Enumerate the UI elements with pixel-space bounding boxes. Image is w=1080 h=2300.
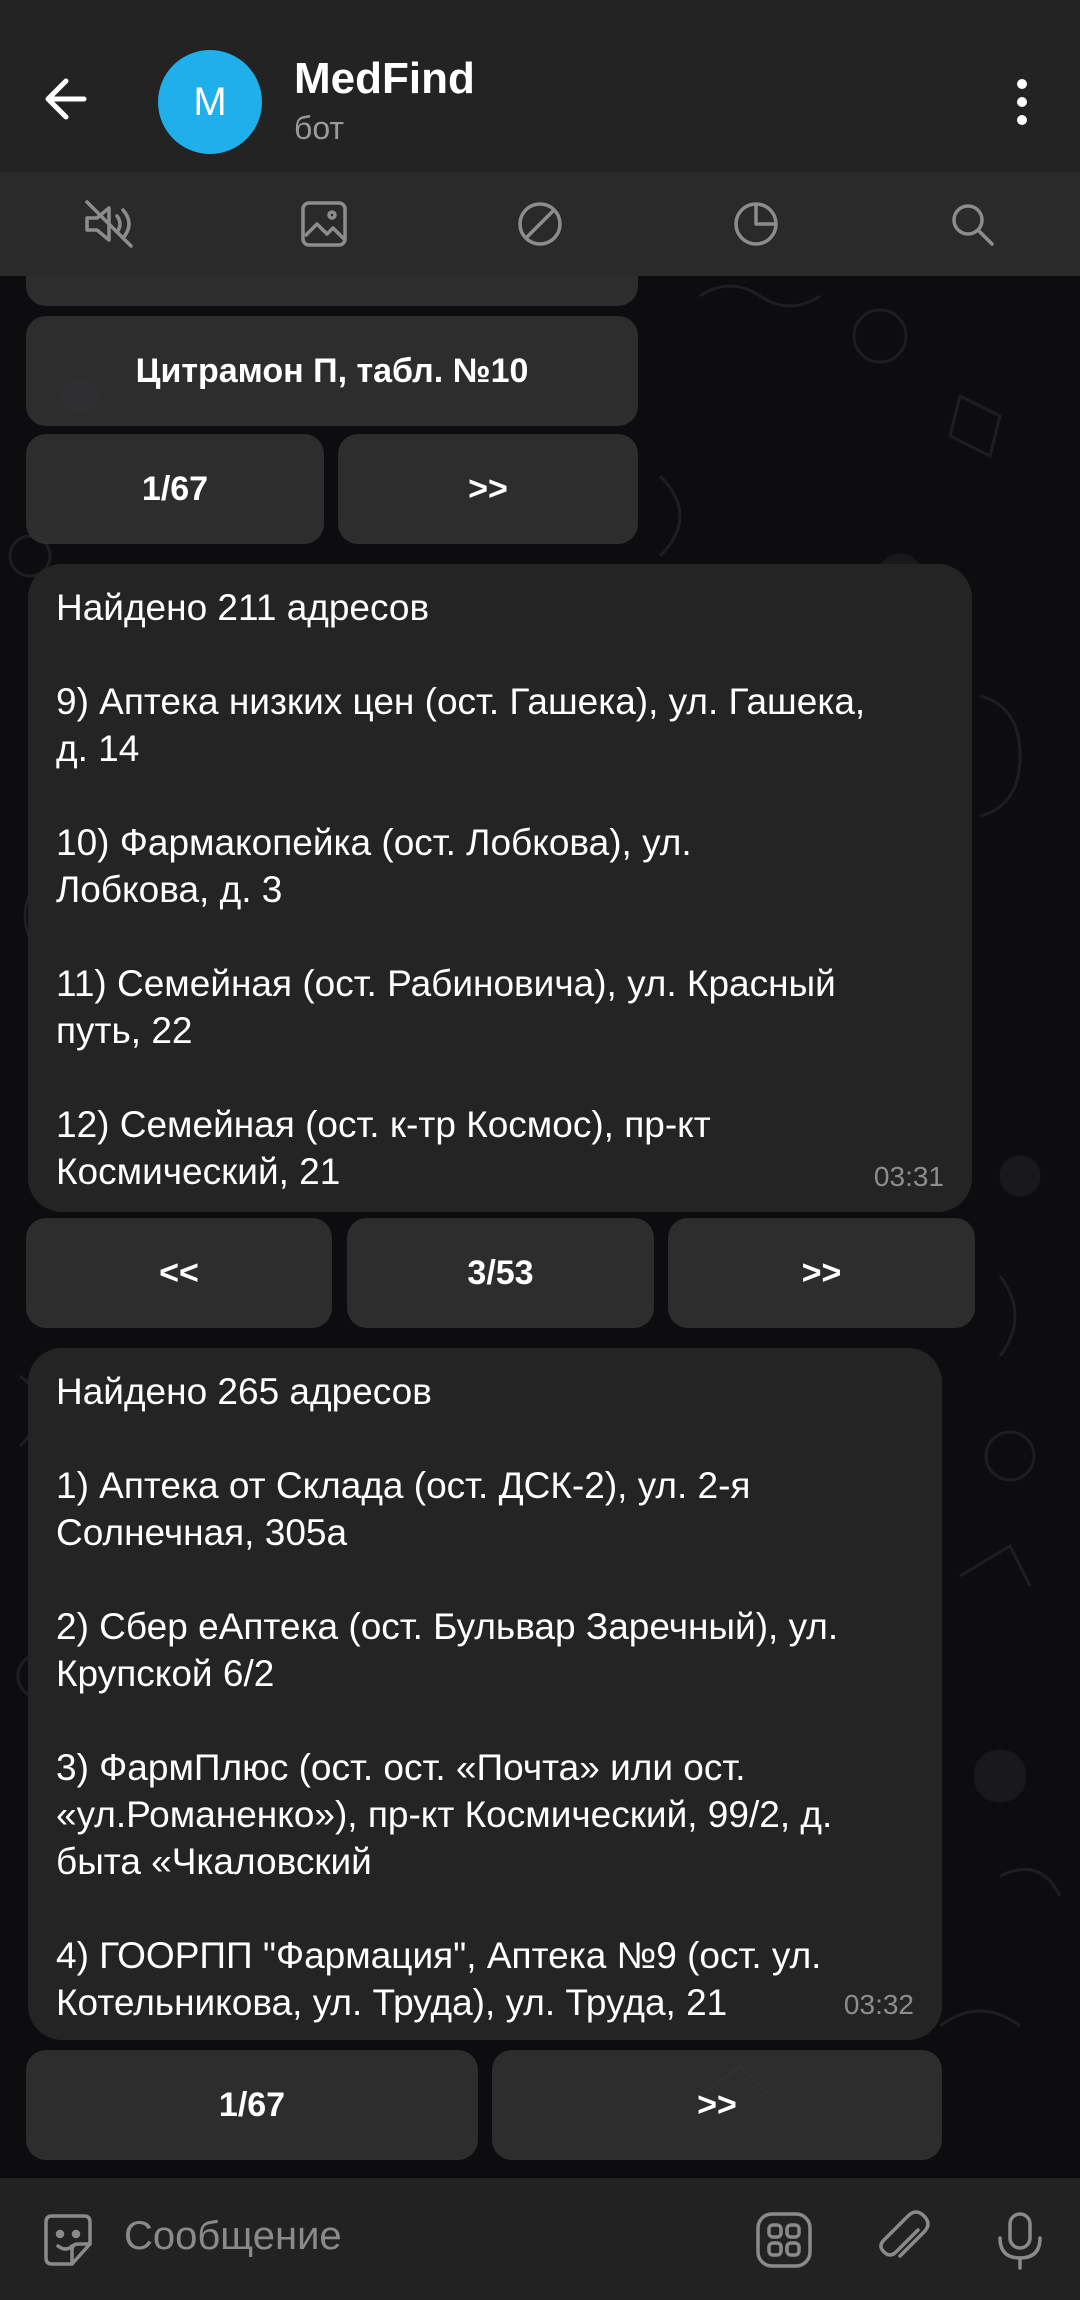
keyboard-button-partial[interactable]: [26, 276, 638, 306]
page-indicator: 3/53: [467, 1253, 534, 1292]
message-input[interactable]: Сообщение: [124, 2214, 342, 2259]
block-icon: [518, 202, 562, 246]
message-line: Лобкова, д. 3: [56, 869, 283, 910]
prev-label: <<: [159, 1253, 199, 1292]
next-label: >>: [468, 469, 508, 508]
message-line: Космический, 21: [56, 1151, 341, 1192]
page-indicator: 1/67: [141, 469, 209, 508]
message-line: 2) Сбер еАптека (ост. Бульвар Заречный),…: [56, 1606, 839, 1647]
message-bubble[interactable]: Найдено 211 адресов 9) Аптека низких цен…: [28, 564, 972, 1212]
next-label: >>: [697, 2085, 737, 2124]
keyboard-prev-button[interactable]: <<: [26, 1218, 332, 1328]
attach-button[interactable]: [870, 2208, 934, 2272]
chat-title[interactable]: MedFind: [294, 54, 475, 104]
message-time: 03:31: [873, 1161, 944, 1192]
keyboard-next-button[interactable]: >>: [668, 1218, 975, 1328]
message-line: быта «Чкаловский: [56, 1841, 372, 1882]
avatar-letter: M: [193, 79, 227, 124]
chat-subtitle: бот: [294, 110, 345, 146]
message-bubble[interactable]: Найдено 265 адресов 1) Аптека от Склада …: [28, 1348, 942, 2040]
message-line: 3) ФармПлюс (ост. ост. «Почта» или ост.: [56, 1747, 746, 1788]
message-line: 12) Семейная (ост. к-тр Космос), пр-кт: [56, 1104, 711, 1145]
message-line: Котельникова, ул. Труда), ул. Труда, 21: [56, 1982, 728, 2023]
mute-button[interactable]: [79, 194, 139, 254]
media-icon: [301, 201, 347, 247]
keyboard-page-button[interactable]: 1/67: [26, 2050, 478, 2160]
keyboard-item-label: Цитрамон П, табл. №10: [135, 351, 529, 390]
message-line: Найдено 211 адресов: [56, 587, 430, 628]
message-line: 1) Аптека от Склада (ост. ДСК-2), ул. 2-…: [56, 1465, 751, 1506]
page-indicator: 1/67: [218, 2085, 286, 2124]
sticker-icon: [44, 2214, 92, 2266]
keyboard-next-button[interactable]: >>: [338, 434, 638, 544]
more-menu-button[interactable]: [1002, 70, 1042, 134]
message-line: Крупской 6/2: [56, 1653, 275, 1694]
next-label: >>: [801, 1253, 842, 1292]
message-line: «ул.Романенко»), пр-кт Космический, 99/2…: [56, 1794, 833, 1835]
chat-header: M MedFind бот: [0, 0, 1080, 172]
keyboard-next-button[interactable]: >>: [492, 2050, 942, 2160]
keyboard-page-button[interactable]: 3/53: [347, 1218, 654, 1328]
keyboard-page-button[interactable]: 1/67: [26, 434, 324, 544]
mute-icon: [85, 200, 133, 248]
search-button[interactable]: [942, 194, 1002, 254]
message-line: Солнечная, 305а: [56, 1512, 348, 1553]
message-line: 10) Фармакопейка (ост. Лобкова), ул.: [56, 822, 692, 863]
arrow-left-icon: [45, 78, 87, 120]
bot-menu-button[interactable]: [752, 2208, 816, 2272]
back-button[interactable]: [36, 66, 102, 132]
media-button[interactable]: [294, 194, 354, 254]
message-line: 9) Аптека низких цен (ост. Гашека), ул. …: [56, 681, 866, 722]
more-vertical-icon: [1017, 79, 1027, 125]
search-icon: [952, 204, 994, 246]
message-line: 4) ГООРПП "Фармация", Аптека №9 (ост. ул…: [56, 1935, 822, 1976]
bot-menu-icon: [756, 2212, 812, 2268]
sticker-button[interactable]: [36, 2208, 100, 2272]
attach-icon: [879, 2210, 930, 2258]
message-line: Найдено 265 адресов: [56, 1371, 432, 1412]
avatar[interactable]: M: [158, 50, 262, 154]
auto-delete-button[interactable]: [726, 194, 786, 254]
message-line: 11) Семейная (ост. Рабиновича), ул. Крас…: [56, 963, 836, 1004]
microphone-icon: [998, 2212, 1042, 2270]
message-line: путь, 22: [56, 1010, 193, 1051]
block-button[interactable]: [510, 194, 570, 254]
keyboard-item-button[interactable]: Цитрамон П, табл. №10: [26, 316, 638, 426]
timer-icon: [734, 202, 778, 246]
message-line: д. 14: [56, 728, 140, 769]
message-composer: Сообщение: [0, 2178, 1080, 2300]
microphone-button[interactable]: [988, 2208, 1052, 2272]
chat-toolbar: [0, 172, 1080, 276]
message-time: 03:32: [843, 1989, 914, 2020]
